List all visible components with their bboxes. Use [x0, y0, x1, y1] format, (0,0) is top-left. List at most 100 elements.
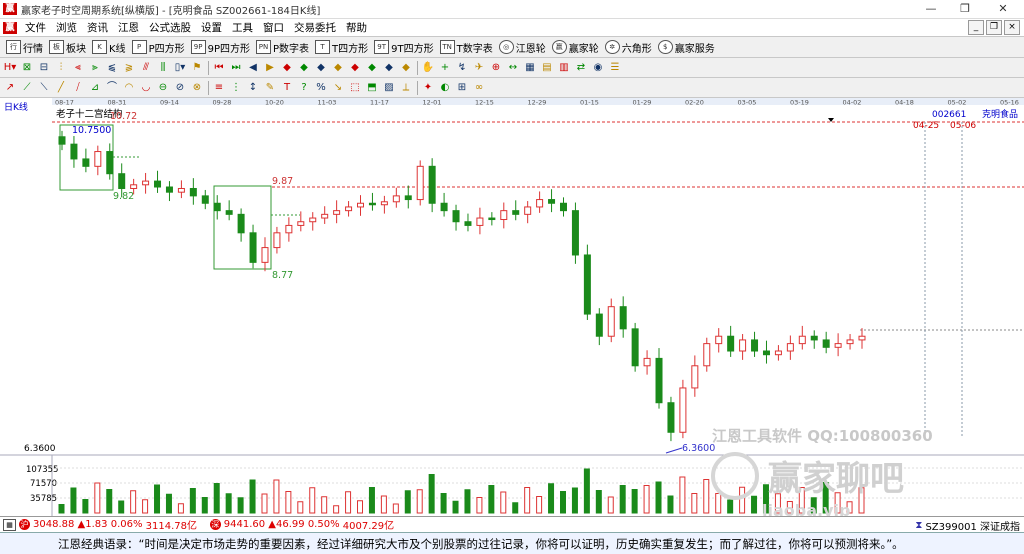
menu-window[interactable]: 窗口: [258, 20, 289, 35]
toolbar2_icons-tool-icon-27[interactable]: ✈: [472, 61, 486, 75]
toolbar2_icons-tool-icon-13[interactable]: ⏭: [229, 61, 243, 75]
toolbar2_icons-tool-icon-11[interactable]: ⚑: [190, 61, 204, 75]
toolbar-button-8[interactable]: TN T数字表: [439, 40, 493, 55]
toolbar3_icons-tool-icon-22[interactable]: ▨: [382, 81, 396, 95]
toolbar2_icons-tool-icon-14[interactable]: ◀: [246, 61, 260, 75]
toolbar3_icons-tool-icon-23[interactable]: ⟂: [399, 81, 413, 95]
minimize-button[interactable]: —: [914, 0, 948, 18]
toolbar2_icons-tool-icon-15[interactable]: ▶: [263, 61, 277, 75]
toolbar2_icons-tool-icon-29[interactable]: ↔: [506, 61, 520, 75]
toolbar-button-11[interactable]: ✲ 六角形: [604, 40, 652, 55]
volume-bar: [309, 487, 316, 514]
restore-button[interactable]: ❐: [948, 0, 982, 18]
toolbar2_icons-tool-icon-24[interactable]: ✋: [421, 61, 435, 75]
toolbar2_icons-tool-icon-17[interactable]: ◆: [297, 61, 311, 75]
toolbar3_icons-tool-icon-18[interactable]: %: [314, 81, 328, 95]
toolbar3_icons-tool-icon-20[interactable]: ⬚: [348, 81, 362, 95]
toolbar-button-6[interactable]: T T四方形: [315, 40, 368, 55]
toolbar3_icons-tool-icon-26[interactable]: ⊞: [455, 81, 469, 95]
menu-browse[interactable]: 浏览: [51, 20, 82, 35]
toolbar3_icons-tool-icon-2[interactable]: ⟍: [37, 81, 51, 95]
kline-chart-area[interactable]: 08-17 08-31 09-14 09-28 10-20 11-03 11-17 12-01…: [0, 98, 1024, 520]
toolbar3_icons-tool-icon-5[interactable]: ⊿: [88, 81, 102, 95]
toolbar2_icons-tool-icon-22[interactable]: ◆: [382, 61, 396, 75]
grid-icon[interactable]: ▦: [3, 518, 16, 531]
toolbar2_icons-tool-icon-19[interactable]: ◆: [331, 61, 345, 75]
toolbar2_icons-tool-icon-34[interactable]: ◉: [591, 61, 605, 75]
mdi-restore-button[interactable]: ❐: [986, 20, 1002, 35]
toolbar3_icons-tool-icon-14[interactable]: ↕: [246, 81, 260, 95]
toolbar2_icons-tool-icon-32[interactable]: ▥: [557, 61, 571, 75]
toolbar2_icons-tool-icon-9[interactable]: ⫼: [156, 61, 170, 75]
right-index-code[interactable]: SZ399001 深证成指: [925, 518, 1020, 533]
toolbar2_icons-tool-icon-7[interactable]: ⫺: [122, 61, 136, 75]
toolbar2_icons-tool-icon-3[interactable]: ⫶: [54, 61, 68, 75]
toolbar-button-4[interactable]: 9P 9P四方形: [190, 40, 250, 55]
toolbar3_icons-tool-icon-8[interactable]: ◡: [139, 81, 153, 95]
toolbar-button-7[interactable]: 9T 9T四方形: [374, 40, 434, 55]
toolbar2_icons-tool-icon-20[interactable]: ◆: [348, 61, 362, 75]
toolbar3_icons-tool-icon-6[interactable]: ⌒: [105, 81, 119, 95]
menu-trade[interactable]: 交易委托: [289, 20, 341, 35]
toolbar2_icons-tool-icon-21[interactable]: ◆: [365, 61, 379, 75]
toolbar3_icons-tool-icon-25[interactable]: ◐: [438, 81, 452, 95]
stock-name: 克明食品: [982, 108, 1018, 120]
toolbar3_icons-tool-icon-7[interactable]: ◠: [122, 81, 136, 95]
menu-tools[interactable]: 工具: [227, 20, 258, 35]
toolbar2_icons-tool-icon-30[interactable]: ▦: [523, 61, 537, 75]
toolbar2_icons-tool-icon-12[interactable]: ⏮: [212, 61, 226, 75]
toolbar3_icons-tool-icon-24[interactable]: ✦: [421, 81, 435, 95]
toolbar2_icons-tool-icon-10[interactable]: ▯▾: [173, 61, 187, 75]
toolbar2_icons-tool-icon-5[interactable]: ⫸: [88, 61, 102, 75]
toolbar-button-0[interactable]: 行行情: [6, 40, 43, 55]
toolbar-button-9[interactable]: ◎ 江恩轮: [498, 40, 546, 55]
menu-help[interactable]: 帮助: [341, 20, 372, 35]
toolbar3_icons-tool-icon-10[interactable]: ⊘: [173, 81, 187, 95]
menu-info[interactable]: 资讯: [82, 20, 113, 35]
mdi-close-button[interactable]: ×: [1004, 20, 1020, 35]
toolbar2_icons-tool-icon-23[interactable]: ◆: [399, 61, 413, 75]
toolbar-button-12[interactable]: $ 赢家服务: [657, 40, 715, 55]
toolbar3_icons-tool-icon-21[interactable]: ⬒: [365, 81, 379, 95]
toolbar2_icons-tool-icon-25[interactable]: +: [438, 61, 452, 75]
toolbar2_icons-tool-icon-1[interactable]: ⊠: [20, 61, 34, 75]
toolbar3_icons-tool-icon-12[interactable]: ≡: [212, 81, 226, 95]
toolbar3_icons-tool-icon-3[interactable]: ╱: [54, 81, 68, 95]
menu-formula[interactable]: 公式选股: [144, 20, 196, 35]
toolbar3_icons-tool-icon-0[interactable]: ↗: [3, 81, 17, 95]
toolbar2_icons-tool-icon-28[interactable]: ⊕: [489, 61, 503, 75]
toolbar3_icons-tool-icon-16[interactable]: T: [280, 81, 294, 95]
toolbar3_icons-tool-icon-1[interactable]: ⟋: [20, 81, 34, 95]
menu-gann[interactable]: 江恩: [113, 20, 144, 35]
toolbar2_icons-tool-icon-18[interactable]: ◆: [314, 61, 328, 75]
toolbar-button-2[interactable]: K K线: [92, 40, 126, 55]
toolbar-button-1[interactable]: 板板块: [49, 40, 86, 55]
toolbar2_icons-tool-icon-35[interactable]: ☰: [608, 61, 622, 75]
toolbar-button-10[interactable]: 赢赢家轮: [551, 40, 599, 55]
toolbar2_icons-tool-icon-0[interactable]: H▾: [3, 61, 17, 75]
toolbar2_icons-tool-icon-6[interactable]: ⫹: [105, 61, 119, 75]
toolbar3_icons-tool-icon-4[interactable]: ⧸: [71, 81, 85, 95]
toolbar3_icons-tool-icon-15[interactable]: ✎: [263, 81, 277, 95]
toolbar3_icons-tool-icon-9[interactable]: ⊖: [156, 81, 170, 95]
toolbar3_icons-tool-icon-11[interactable]: ⊗: [190, 81, 204, 95]
toolbar2_icons-tool-icon-2[interactable]: ⊟: [37, 61, 51, 75]
toolbar3_icons-tool-icon-27[interactable]: ∞: [472, 81, 486, 95]
kline-chart[interactable]: 08-17 08-31 09-14 09-28 10-20 11-03 11-17 12-01…: [0, 98, 1024, 520]
toolbar2_icons-tool-icon-8[interactable]: ⫻: [139, 61, 153, 75]
toolbar3_icons-tool-icon-19[interactable]: ↘: [331, 81, 345, 95]
toolbar3_icons-tool-icon-17[interactable]: ?: [297, 81, 311, 95]
toolbar-button-5[interactable]: PN P数字表: [256, 40, 309, 55]
toolbar3_icons-tool-icon-13[interactable]: ⋮: [229, 81, 243, 95]
toolbar2_icons-tool-icon-16[interactable]: ◆: [280, 61, 294, 75]
menu-file[interactable]: 文件: [20, 20, 51, 35]
menu-settings[interactable]: 设置: [196, 20, 227, 35]
toolbar2_icons-tool-icon-31[interactable]: ▤: [540, 61, 554, 75]
mdi-minimize-button[interactable]: _: [968, 20, 984, 35]
toolbar2_icons-tool-icon-26[interactable]: ↯: [455, 61, 469, 75]
date-tick: 12-15: [475, 99, 494, 107]
toolbar2_icons-tool-icon-4[interactable]: ⫷: [71, 61, 85, 75]
toolbar2_icons-tool-icon-33[interactable]: ⇄: [574, 61, 588, 75]
toolbar-button-3[interactable]: P P四方形: [131, 40, 185, 55]
close-button[interactable]: ✕: [982, 0, 1024, 18]
